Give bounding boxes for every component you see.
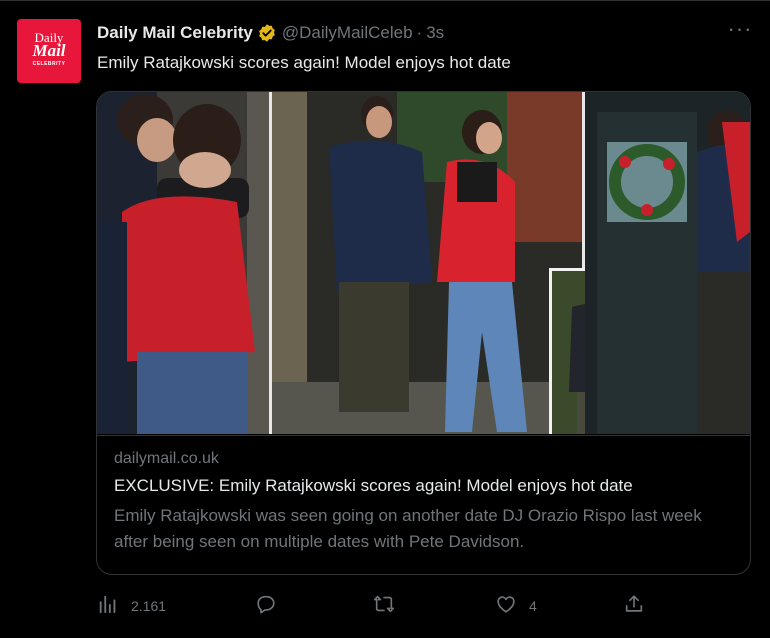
tweet-text: Emily Ratajkowski scores again! Model en… bbox=[97, 53, 511, 72]
share-upload-icon bbox=[623, 593, 645, 620]
avatar-text-line2: Mail bbox=[32, 41, 66, 60]
verified-badge-icon[interactable] bbox=[257, 23, 277, 43]
card-image[interactable] bbox=[97, 92, 750, 434]
link-card[interactable]: dailymail.co.uk EXCLUSIVE: Emily Ratajko… bbox=[96, 91, 751, 575]
card-body[interactable]: dailymail.co.uk EXCLUSIVE: Emily Ratajko… bbox=[97, 435, 750, 574]
retweet-icon bbox=[373, 593, 395, 620]
timestamp[interactable]: 3s bbox=[426, 23, 444, 43]
views-button[interactable]: 2.161 bbox=[97, 593, 166, 619]
avatar[interactable]: Daily Mail CELEBRITY bbox=[17, 19, 81, 83]
share-button[interactable] bbox=[623, 593, 645, 619]
display-name[interactable]: Daily Mail Celebrity bbox=[97, 23, 253, 43]
handle[interactable]: @DailyMailCeleb bbox=[282, 23, 413, 43]
tweet-header: Daily Mail Celebrity @DailyMailCeleb · 3… bbox=[97, 22, 444, 44]
heart-icon bbox=[495, 593, 517, 620]
reply-bubble-icon bbox=[255, 593, 277, 620]
like-button[interactable]: 4 bbox=[495, 593, 537, 619]
bar-chart-icon bbox=[97, 593, 119, 620]
retweet-button[interactable] bbox=[373, 593, 395, 619]
avatar-text-line3: CELEBRITY bbox=[32, 61, 66, 67]
card-domain: dailymail.co.uk bbox=[114, 450, 219, 467]
more-horizontal-icon[interactable]: ··· bbox=[727, 18, 753, 44]
card-title: EXCLUSIVE: Emily Ratajkowski scores agai… bbox=[114, 476, 633, 495]
photo-collage-image bbox=[97, 92, 750, 434]
card-description: Emily Ratajkowski was seen going on anot… bbox=[114, 506, 702, 551]
like-count: 4 bbox=[529, 598, 537, 614]
tweet-actions: 2.161 4 bbox=[97, 593, 657, 619]
views-count: 2.161 bbox=[131, 598, 167, 614]
header-separator: · bbox=[416, 23, 423, 42]
reply-button[interactable] bbox=[255, 593, 277, 619]
top-divider bbox=[0, 0, 770, 1]
